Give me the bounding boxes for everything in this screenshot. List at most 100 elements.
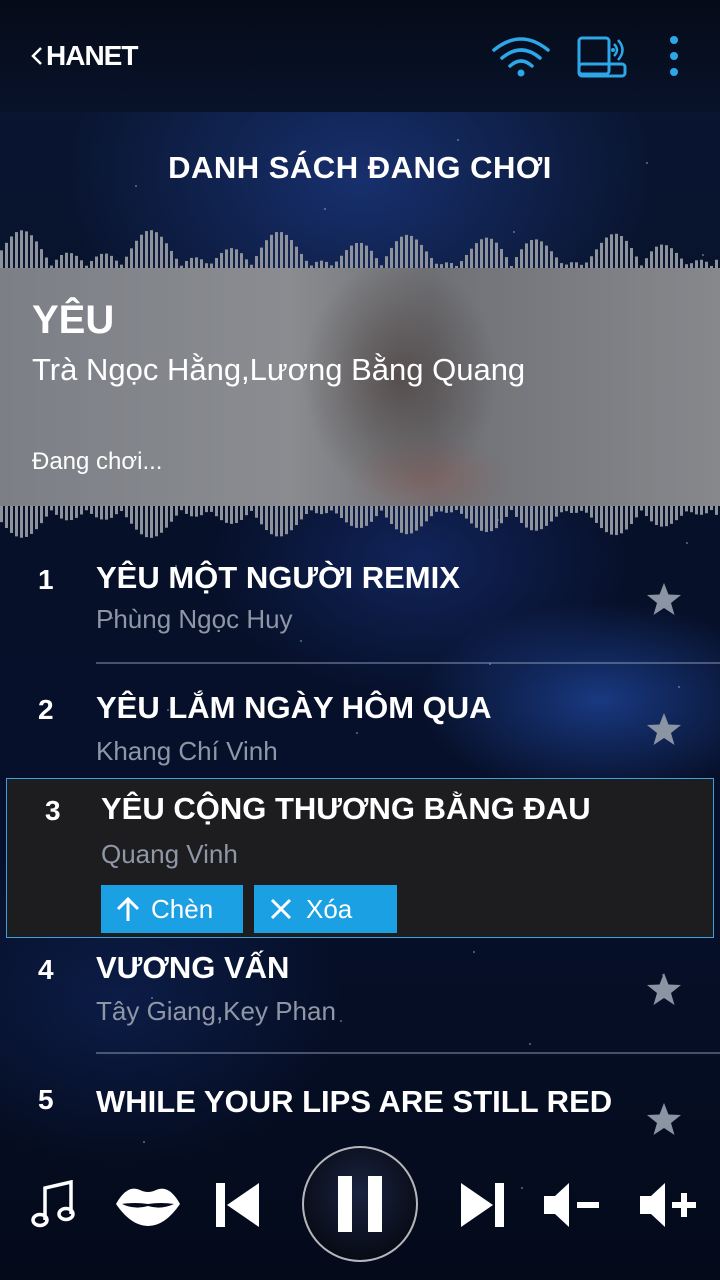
now-playing-artist: Trà Ngọc Hằng,Lương Bằng Quang: [32, 352, 526, 387]
volume-up-button[interactable]: [636, 1178, 700, 1232]
equalizer-bar: [300, 506, 303, 520]
equalizer-bar: [480, 506, 483, 531]
equalizer-bar: [235, 249, 238, 270]
equalizer-bar: [680, 506, 683, 516]
equalizer-bar: [545, 245, 548, 270]
equalizer-bar: [685, 506, 688, 512]
equalizer-bar: [425, 506, 428, 522]
equalizer-top: [0, 230, 718, 270]
equalizer-bar: [670, 248, 673, 270]
equalizer-bar: [320, 506, 323, 515]
equalizer-bar: [420, 244, 423, 270]
equalizer-bar: [35, 506, 38, 530]
favorite-star-icon[interactable]: [646, 972, 682, 1006]
equalizer-bar: [520, 249, 523, 270]
equalizer-bar: [295, 246, 298, 270]
equalizer-bar: [610, 234, 613, 270]
equalizer-bar: [660, 244, 663, 270]
favorite-star-icon[interactable]: [646, 1102, 682, 1136]
music-library-button[interactable]: [28, 1178, 78, 1232]
delete-button[interactable]: Xóa: [254, 885, 397, 933]
equalizer-bar: [265, 240, 268, 270]
equalizer-bar: [20, 506, 23, 538]
track-artist: Quang Vinh: [101, 839, 238, 869]
equalizer-bar: [535, 506, 538, 531]
equalizer-bar: [610, 506, 613, 535]
equalizer-bar: [515, 506, 518, 517]
back-button[interactable]: HANET: [30, 38, 138, 74]
equalizer-bar: [10, 236, 13, 270]
playlist-row-3-selected[interactable]: 3 YÊU CỘNG THƯƠNG BẰNG ĐAU Quang Vinh Ch…: [6, 778, 714, 938]
volume-down-icon: [544, 1183, 599, 1227]
playlist-row-4[interactable]: 4 VƯƠNG VẤN Tây Giang,Key Phan: [0, 938, 720, 1050]
equalizer-bar: [395, 241, 398, 270]
equalizer-bar: [705, 506, 708, 514]
device-button[interactable]: [574, 30, 630, 82]
next-button[interactable]: [456, 1178, 510, 1232]
sparkle: [324, 208, 326, 210]
favorite-star-icon[interactable]: [646, 712, 682, 746]
equalizer-bar: [280, 506, 283, 537]
track-artist: Phùng Ngọc Huy: [96, 604, 293, 634]
equalizer-bar: [715, 506, 718, 515]
playlist-row-2[interactable]: 2 YÊU LẮM NGÀY HÔM QUA Khang Chí Vinh: [0, 676, 720, 776]
vocal-button[interactable]: [112, 1180, 184, 1230]
equalizer-bar: [235, 506, 238, 523]
equalizer-bar: [370, 506, 373, 522]
now-playing-card[interactable]: YÊU Trà Ngọc Hằng,Lương Bằng Quang Đang …: [0, 268, 720, 506]
equalizer-bar: [285, 506, 288, 535]
equalizer-bar: [265, 506, 268, 531]
equalizer-bar: [95, 506, 98, 518]
equalizer-bar: [485, 237, 488, 270]
delete-label: Xóa: [306, 893, 353, 924]
equalizer-bar: [355, 506, 358, 528]
equalizer-bar: [25, 231, 28, 270]
equalizer-bar: [675, 506, 678, 521]
equalizer-bar: [440, 506, 443, 512]
equalizer-bar: [605, 237, 608, 270]
playlist-row-1[interactable]: 1 YÊU MỘT NGƯỜI REMIX Phùng Ngọc Huy: [0, 548, 720, 660]
sparkle: [457, 139, 459, 141]
equalizer-bar: [195, 506, 198, 517]
favorite-star-icon[interactable]: [646, 582, 682, 616]
equalizer-bar: [230, 506, 233, 524]
equalizer-bar: [450, 506, 453, 513]
play-pause-button[interactable]: [302, 1146, 418, 1262]
previous-button[interactable]: [210, 1178, 264, 1232]
equalizer-bar: [590, 506, 593, 518]
equalizer-bar: [540, 241, 543, 270]
equalizer-bar: [25, 506, 28, 537]
more-menu-button[interactable]: [660, 30, 688, 82]
row-divider: [96, 1052, 720, 1054]
equalizer-bar: [405, 234, 408, 270]
equalizer-bar: [525, 243, 528, 270]
equalizer-bar: [5, 242, 8, 270]
equalizer-bar: [475, 506, 478, 528]
equalizer-bar: [270, 234, 273, 270]
equalizer-bar: [540, 506, 543, 530]
volume-down-button[interactable]: [540, 1178, 604, 1232]
equalizer-bar: [140, 234, 143, 270]
equalizer-bar: [520, 506, 523, 524]
equalizer-bar: [380, 506, 383, 511]
hanet-logo: HANET: [46, 40, 138, 71]
equalizer-bar: [335, 506, 338, 514]
volume-up-icon: [640, 1183, 696, 1227]
track-number: 5: [38, 1084, 54, 1115]
equalizer-bar: [150, 230, 153, 270]
playlist-row-5[interactable]: 5 WHILE YOUR LIPS ARE STILL RED: [0, 1068, 720, 1140]
skip-previous-icon: [216, 1183, 259, 1227]
wifi-button[interactable]: [490, 30, 552, 82]
equalizer-bar: [260, 247, 263, 270]
equalizer-bar: [400, 506, 403, 533]
equalizer-bar: [315, 506, 318, 514]
equalizer-bar: [495, 242, 498, 270]
equalizer-bar: [390, 506, 393, 525]
insert-button[interactable]: Chèn: [101, 885, 243, 933]
track-artist: Tây Giang,Key Phan: [96, 996, 336, 1026]
equalizer-bar: [225, 506, 228, 523]
now-playing-status: Đang chơi...: [32, 448, 163, 475]
insert-label: Chèn: [151, 893, 214, 924]
equalizer-bar: [225, 249, 228, 270]
equalizer-bar: [545, 506, 548, 526]
